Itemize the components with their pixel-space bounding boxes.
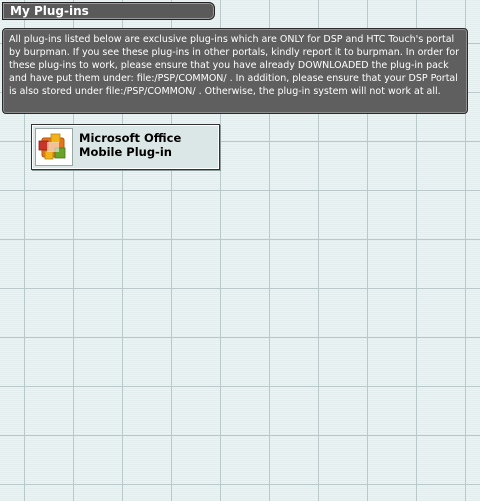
plugin-icon-frame xyxy=(35,128,73,166)
notice-panel: All plug-ins listed below are exclusive … xyxy=(2,28,468,114)
microsoft-office-icon xyxy=(38,133,66,160)
page-title: My Plug-ins xyxy=(10,4,89,18)
page-title-bar: My Plug-ins xyxy=(2,2,215,20)
notice-text: All plug-ins listed below are exclusive … xyxy=(9,34,460,97)
plugin-label: Microsoft Office Mobile Plug-in xyxy=(79,131,182,159)
plugin-item-microsoft-office[interactable]: Microsoft Office Mobile Plug-in xyxy=(31,124,220,170)
